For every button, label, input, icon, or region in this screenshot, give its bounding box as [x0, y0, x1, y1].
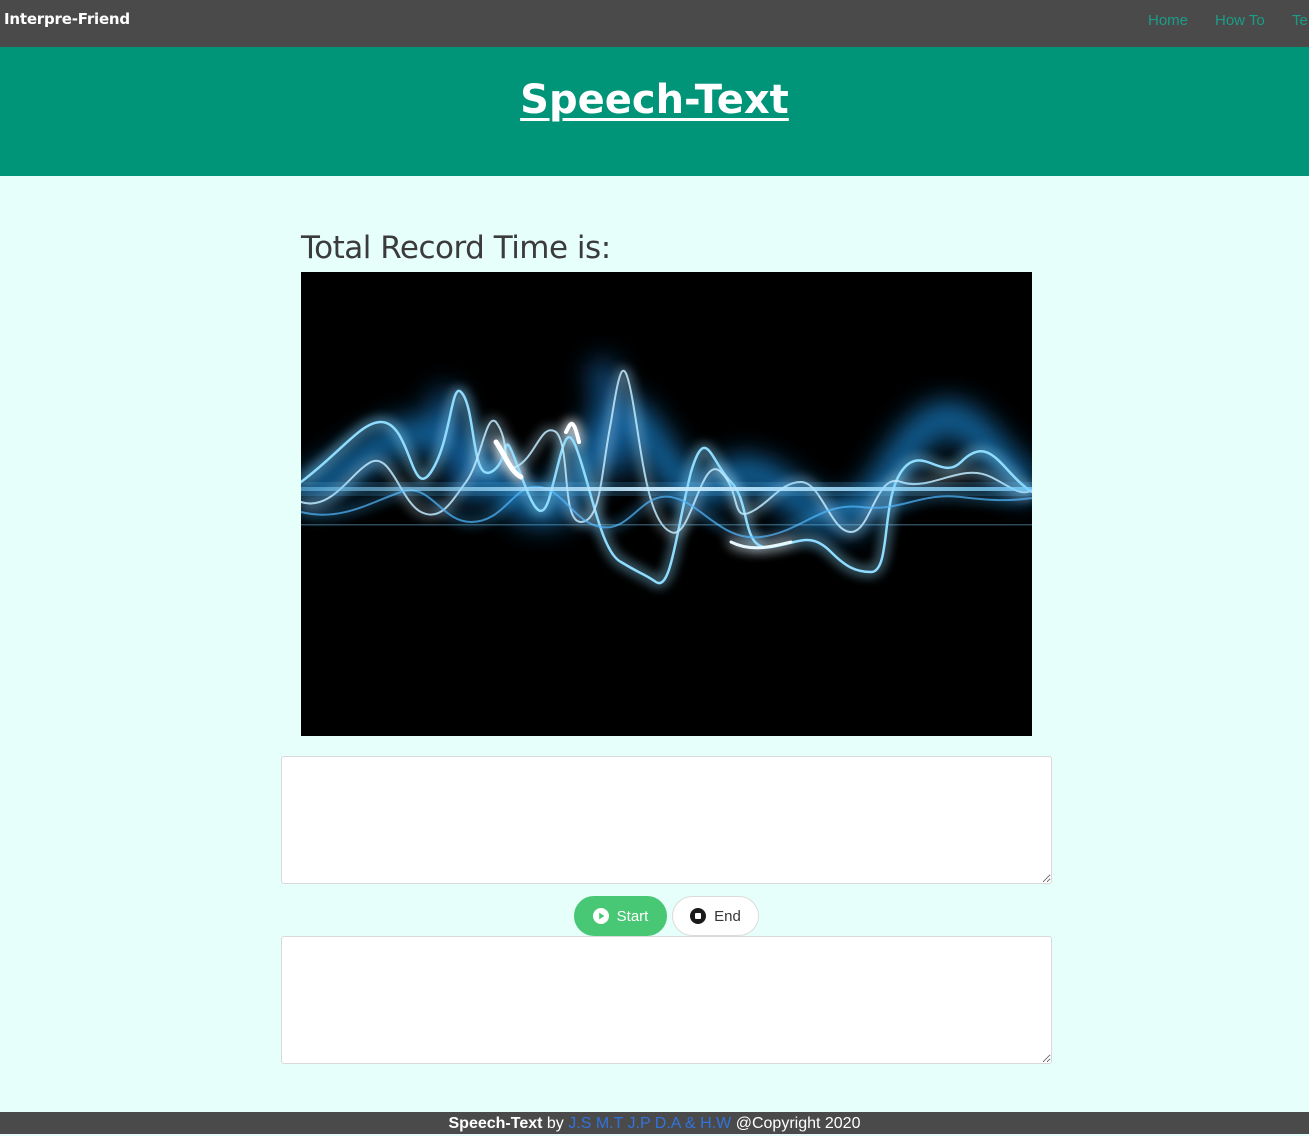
start-button-label: Start	[616, 907, 649, 925]
transcript-textarea[interactable]	[281, 756, 1052, 884]
footer-by-text: by	[546, 1115, 564, 1132]
footer-authors-link[interactable]: J.S M.T J.P D.A & H.W	[568, 1115, 731, 1132]
end-button-label: End	[714, 907, 741, 925]
nav-link-home[interactable]: Home	[1148, 12, 1188, 29]
page-footer: Speech-Text by J.S M.T J.P D.A & H.W @Co…	[0, 1112, 1309, 1134]
end-button[interactable]: End	[672, 896, 759, 936]
stop-circle-icon	[690, 908, 707, 924]
brand-logo-link[interactable]: Interpre-Friend	[4, 10, 130, 28]
record-time-label: Total Record Time is:	[301, 230, 611, 266]
record-time-heading: Total Record Time is:	[301, 230, 617, 266]
nav-link-how-to[interactable]: How To	[1215, 12, 1265, 29]
page-title: Speech-Text	[520, 77, 789, 123]
top-navbar: Interpre-Friend Home How To Te	[0, 0, 1309, 47]
hero-banner: Speech-Text	[0, 47, 1309, 176]
nav-link-text[interactable]: Te	[1292, 12, 1308, 29]
sound-wave-image	[301, 272, 1032, 736]
footer-app-name: Speech-Text	[448, 1115, 543, 1132]
start-button[interactable]: Start	[574, 896, 667, 936]
translation-textarea[interactable]	[281, 936, 1052, 1064]
footer-copyright: @Copyright 2020	[735, 1115, 861, 1132]
play-circle-icon	[592, 908, 609, 924]
